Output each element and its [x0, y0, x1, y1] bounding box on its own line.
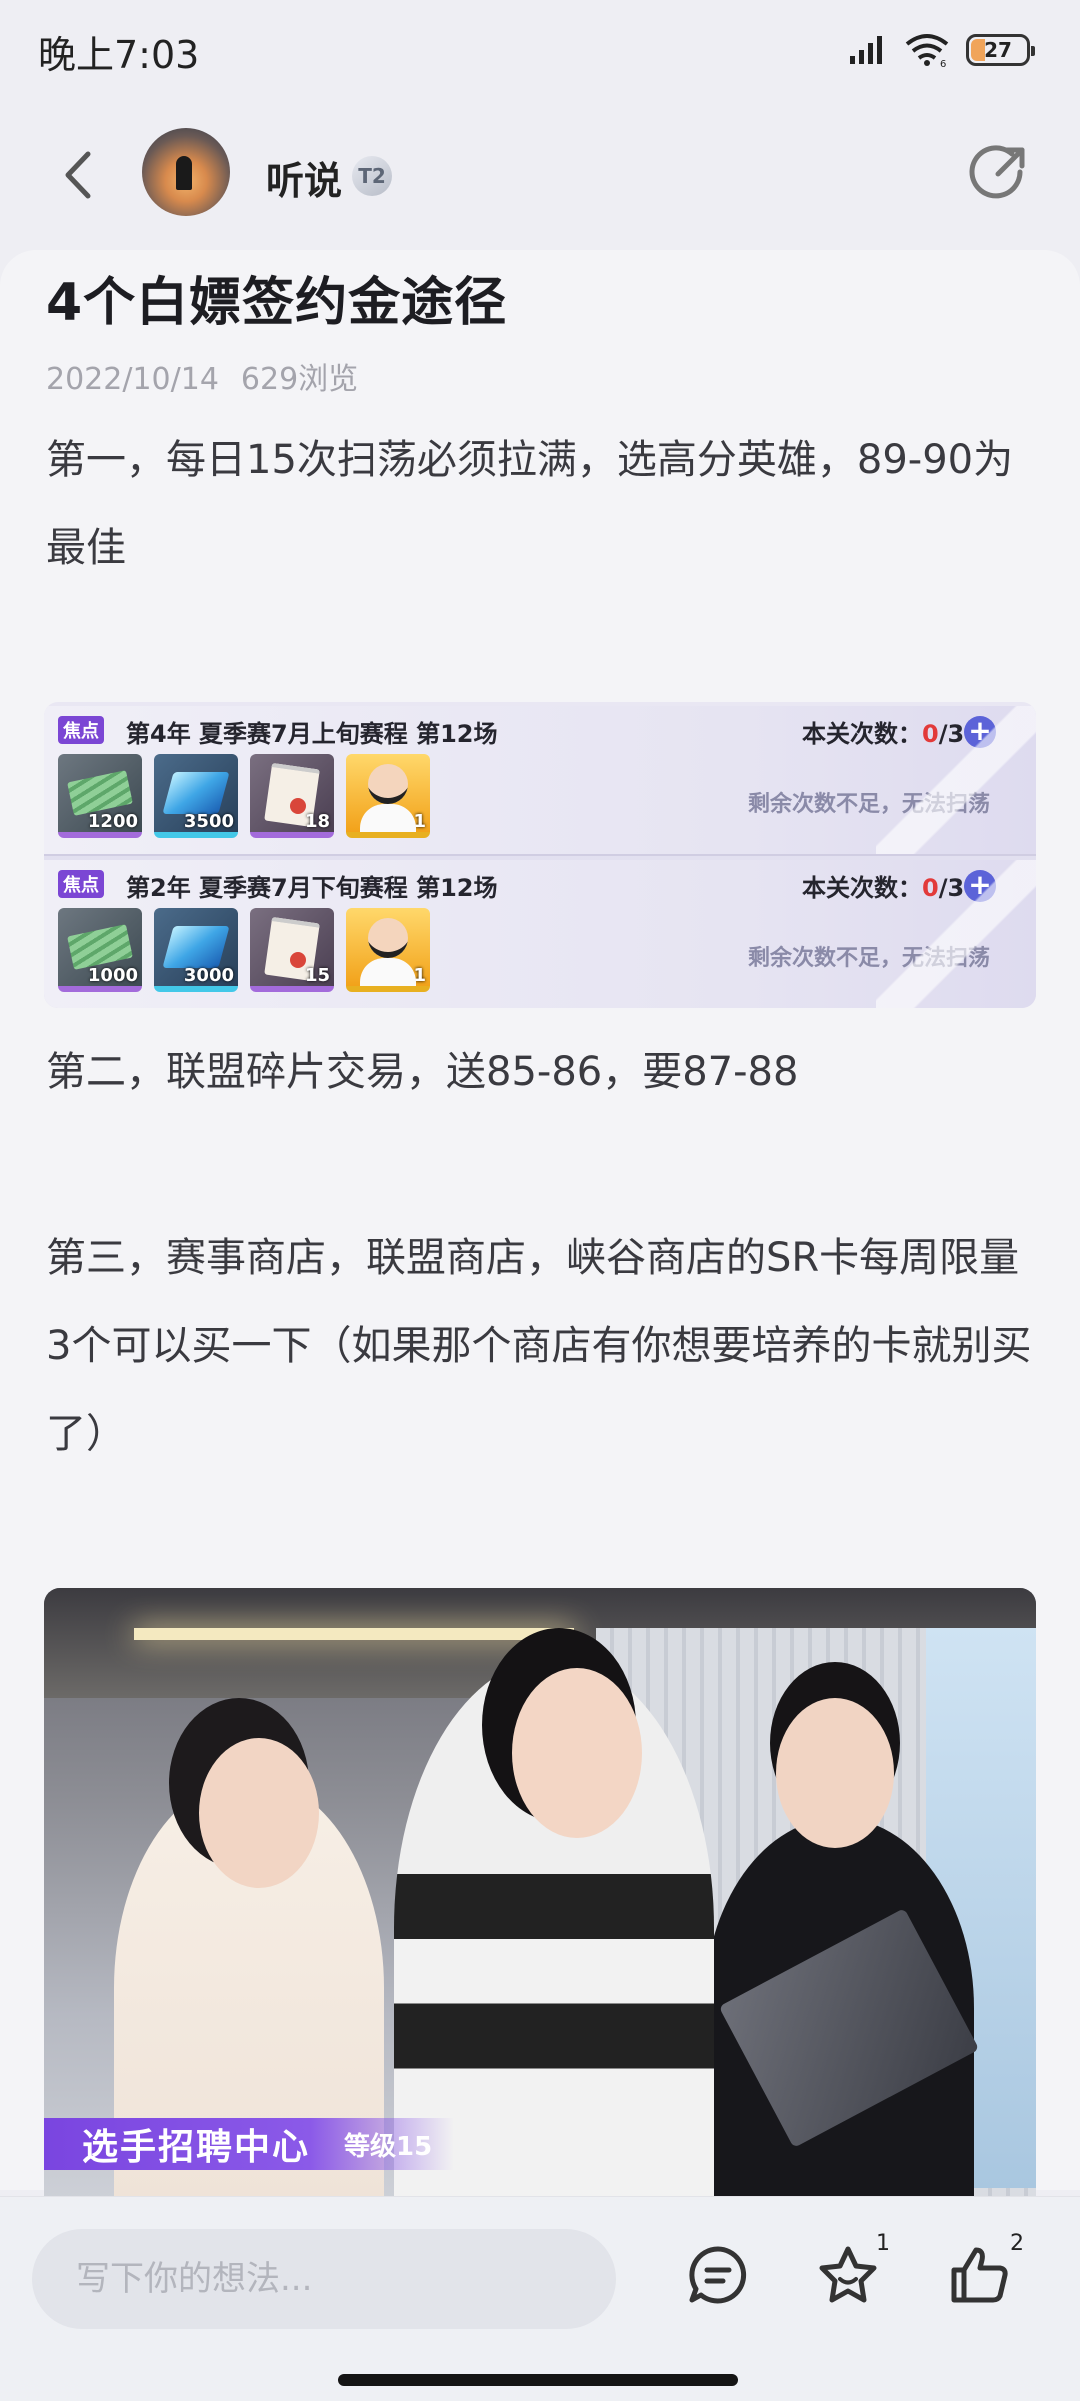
head-right: [776, 1698, 894, 1848]
paragraph-1: 第一，每日15次扫荡必须拉满，选高分英雄，89-90为最佳: [46, 437, 1014, 571]
post-views: 629浏览: [240, 362, 359, 397]
post-meta: 2022/10/14 629浏览: [46, 354, 358, 398]
stage-name: 第4年 夏季赛7月上旬赛程 第12场: [126, 720, 498, 748]
post-title: 4个白嫖签约金途径: [46, 273, 508, 333]
sweep-note: 剩余次数不足，无法扫荡: [748, 946, 991, 971]
contract-reward-icon: 18: [250, 754, 334, 838]
author-name[interactable]: 听说: [266, 150, 342, 205]
plus-icon: +: [964, 716, 996, 748]
count-label-text: 本关次数：: [802, 874, 922, 902]
count-total: /3: [938, 874, 965, 902]
reward-qty: 3500: [183, 811, 234, 832]
player-card-icon: 1: [346, 754, 430, 838]
count-label: 本关次数：0/3: [802, 868, 964, 903]
focus-tag: 焦点: [58, 870, 104, 898]
reward-qty: 3000: [183, 965, 234, 986]
money-reward-icon: 1200: [58, 754, 142, 838]
crystal-reward-icon: 3500: [154, 754, 238, 838]
crystal-reward-icon: 3000: [154, 908, 238, 992]
status-time: 晚上7:03: [38, 33, 200, 77]
recruit-title: 选手招聘中心: [82, 2127, 311, 2168]
star-icon: [819, 2246, 877, 2303]
post-date: 2022/10/14: [46, 362, 219, 397]
like-button[interactable]: [942, 2237, 1018, 2313]
recruit-center-image[interactable]: 选手招聘中心 等级15: [44, 1588, 1036, 2198]
count-used: 0: [922, 720, 939, 748]
comment-input[interactable]: [32, 2229, 616, 2329]
battery-icon: 27: [966, 34, 1035, 66]
comment-icon: [689, 2246, 747, 2304]
back-button[interactable]: [52, 150, 102, 200]
sweep-note: 剩余次数不足，无法扫荡: [748, 792, 991, 817]
comment-button[interactable]: [680, 2237, 756, 2313]
home-indicator[interactable]: [338, 2374, 738, 2386]
back-arrow-icon: [65, 151, 91, 199]
favorite-button[interactable]: [810, 2237, 886, 2313]
reward-qty: 1200: [87, 811, 138, 832]
paragraph-3: 第三，赛事商店，联盟商店，峡谷商店的SR卡每周限量3个可以买一下（如果那个商店有…: [46, 1235, 1032, 1457]
post-header: 听说 T2: [0, 120, 1080, 230]
stage-name: 第2年 夏季赛7月下旬赛程 第12场: [126, 874, 498, 902]
signal-icon: [850, 36, 882, 64]
thumbs-up-icon: [951, 2247, 1008, 2303]
contract-reward-icon: 15: [250, 908, 334, 992]
sweep-screenshot-image[interactable]: 焦点 第4年 夏季赛7月上旬赛程 第12场 本关次数：0/3 + 剩余次数不足，…: [44, 702, 1036, 1008]
count-label: 本关次数：0/3: [802, 714, 964, 749]
reward-qty: 15: [304, 965, 330, 986]
status-icons: 6 27: [848, 30, 1035, 70]
count-used: 0: [922, 874, 939, 902]
plus-icon: +: [964, 870, 996, 902]
wifi-label: 6: [940, 59, 946, 68]
reward-qty: 1: [413, 811, 426, 832]
count-label-text: 本关次数：: [802, 720, 922, 748]
wifi-icon: 6: [905, 34, 949, 68]
sweep-row: 焦点 第4年 夏季赛7月上旬赛程 第12场 本关次数：0/3 + 剩余次数不足，…: [44, 706, 1036, 856]
paragraph-2: 第二，联盟碎片交易，送85-86，要87-88: [46, 1049, 799, 1095]
status-bar: 晚上7:03 6 27: [0, 0, 1080, 100]
bottom-action-bar: 1 2: [0, 2196, 1080, 2401]
share-icon: [969, 145, 1025, 199]
level-badge: T2: [352, 156, 392, 196]
favorite-count: 1: [876, 2231, 890, 2256]
recruit-level: 等级15: [344, 2131, 433, 2162]
reward-qty: 1: [413, 965, 426, 986]
head-center: [512, 1668, 642, 1838]
share-button[interactable]: [968, 144, 1028, 204]
avatar[interactable]: [142, 128, 230, 216]
reward-qty: 18: [304, 811, 330, 832]
battery-level: 27: [984, 38, 1012, 62]
sweep-row: 焦点 第2年 夏季赛7月下旬赛程 第12场 本关次数：0/3 + 剩余次数不足，…: [44, 860, 1036, 1008]
like-count: 2: [1010, 2231, 1024, 2256]
focus-tag: 焦点: [58, 716, 104, 744]
reward-qty: 1000: [87, 965, 138, 986]
count-total: /3: [938, 720, 965, 748]
player-card-icon: 1: [346, 908, 430, 992]
money-reward-icon: 1000: [58, 908, 142, 992]
recruit-banner: 选手招聘中心 等级15: [44, 2118, 454, 2170]
head-left: [199, 1738, 319, 1888]
